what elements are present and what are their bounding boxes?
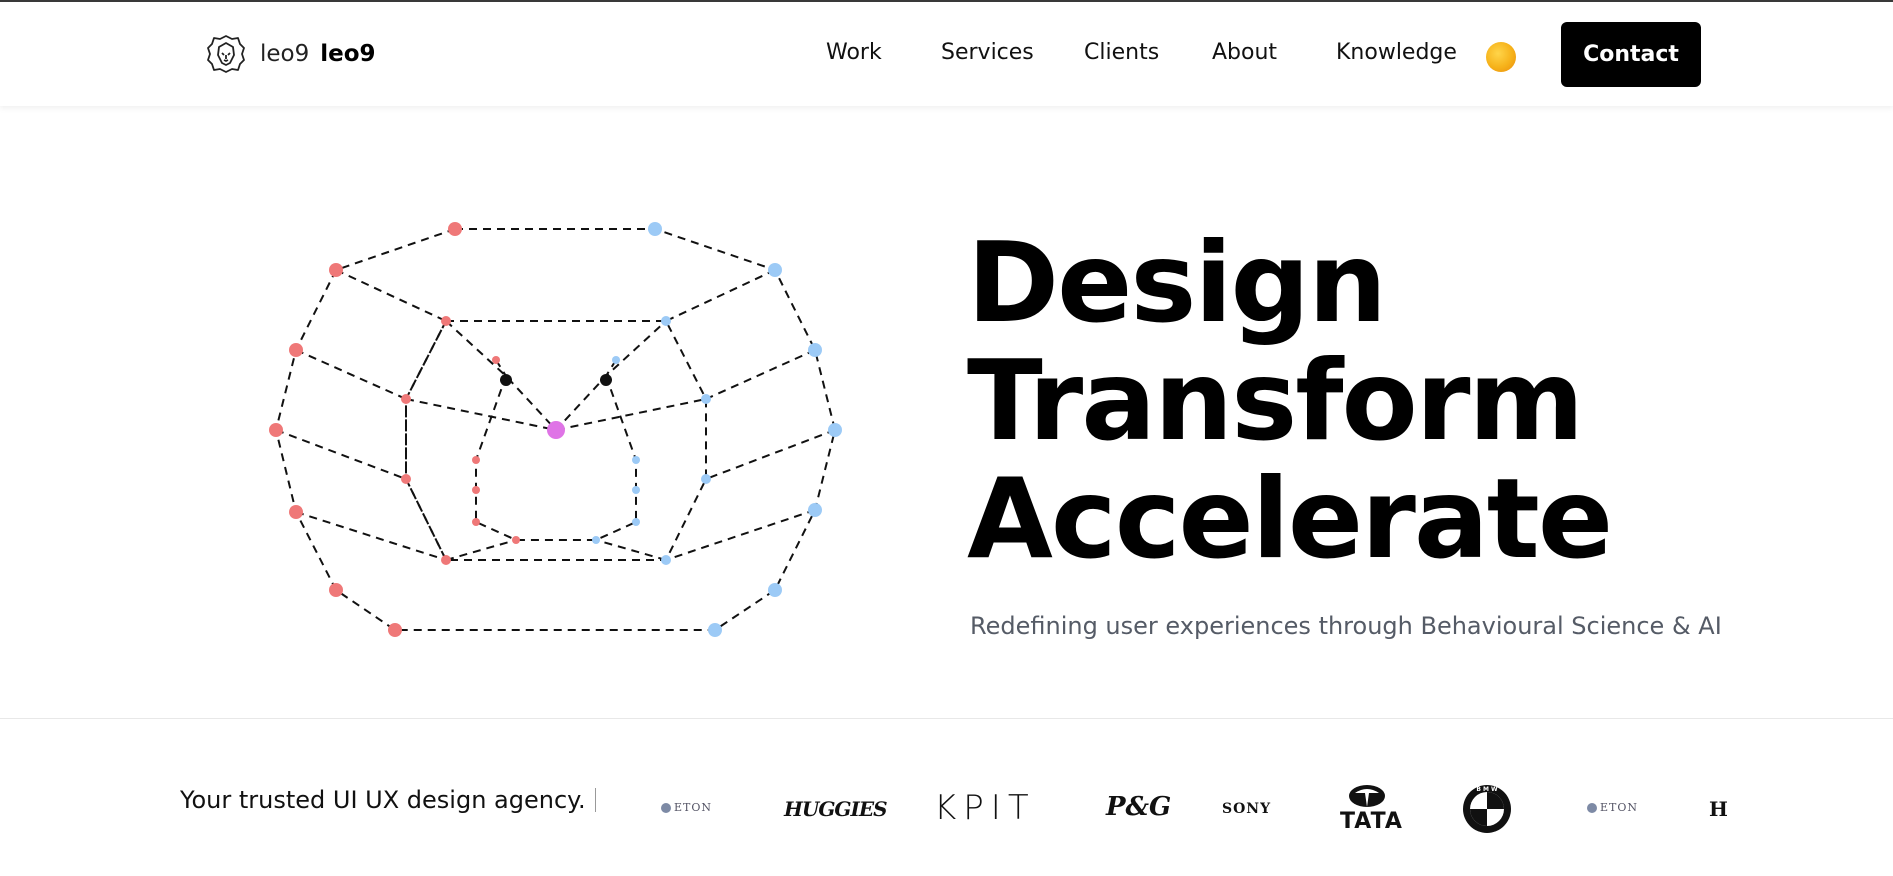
hero-title: Design Transform Accelerate [967,219,1613,584]
section-divider [0,718,1893,719]
tata-emblem-icon [1349,785,1385,807]
client-logo-sony: SONY [1222,801,1272,817]
bmw-letters: B M W [1476,786,1498,793]
brand-name-bold: leo9 [320,41,376,67]
lion-logo-icon [207,35,245,73]
site-header: leo9 leo9 Work Services Clients About Kn… [0,2,1893,106]
nav-clients[interactable]: Clients [1084,40,1159,65]
client-logo-eton-2: ETON [1587,801,1638,814]
client-logo-tata: TATA [1340,783,1403,834]
bmw-logo-icon: B M W [1463,785,1511,833]
tata-wordmark: TATA [1340,809,1403,834]
client-logo-pg: P&G [1106,792,1172,822]
nav-knowledge[interactable]: Knowledge [1336,40,1457,65]
client-logo-huggies: HUGGIES [784,797,888,821]
sun-icon[interactable] [1486,42,1516,72]
nav-work[interactable]: Work [826,40,882,65]
client-logo-kpit: KPIT [934,788,1036,828]
nav-services[interactable]: Services [941,40,1034,65]
hero-title-line-3: Accelerate [967,455,1613,584]
hero-title-line-1: Design [967,219,1387,348]
brand-logo[interactable]: leo9 leo9 [206,34,376,74]
contact-button[interactable]: Contact [1561,22,1701,87]
client-logo-eton: ETON [661,801,712,814]
client-logo-partial: H [1709,797,1728,821]
nav-about[interactable]: About [1212,40,1277,65]
hero-title-line-2: Transform [967,337,1584,466]
agency-tagline: Your trusted UI UX design agency. [180,786,586,814]
network-graphic [269,222,842,637]
hero-subtitle: Redefining user experiences through Beha… [970,612,1722,640]
strip-separator [595,788,596,812]
brand-name: leo9 [260,41,310,67]
